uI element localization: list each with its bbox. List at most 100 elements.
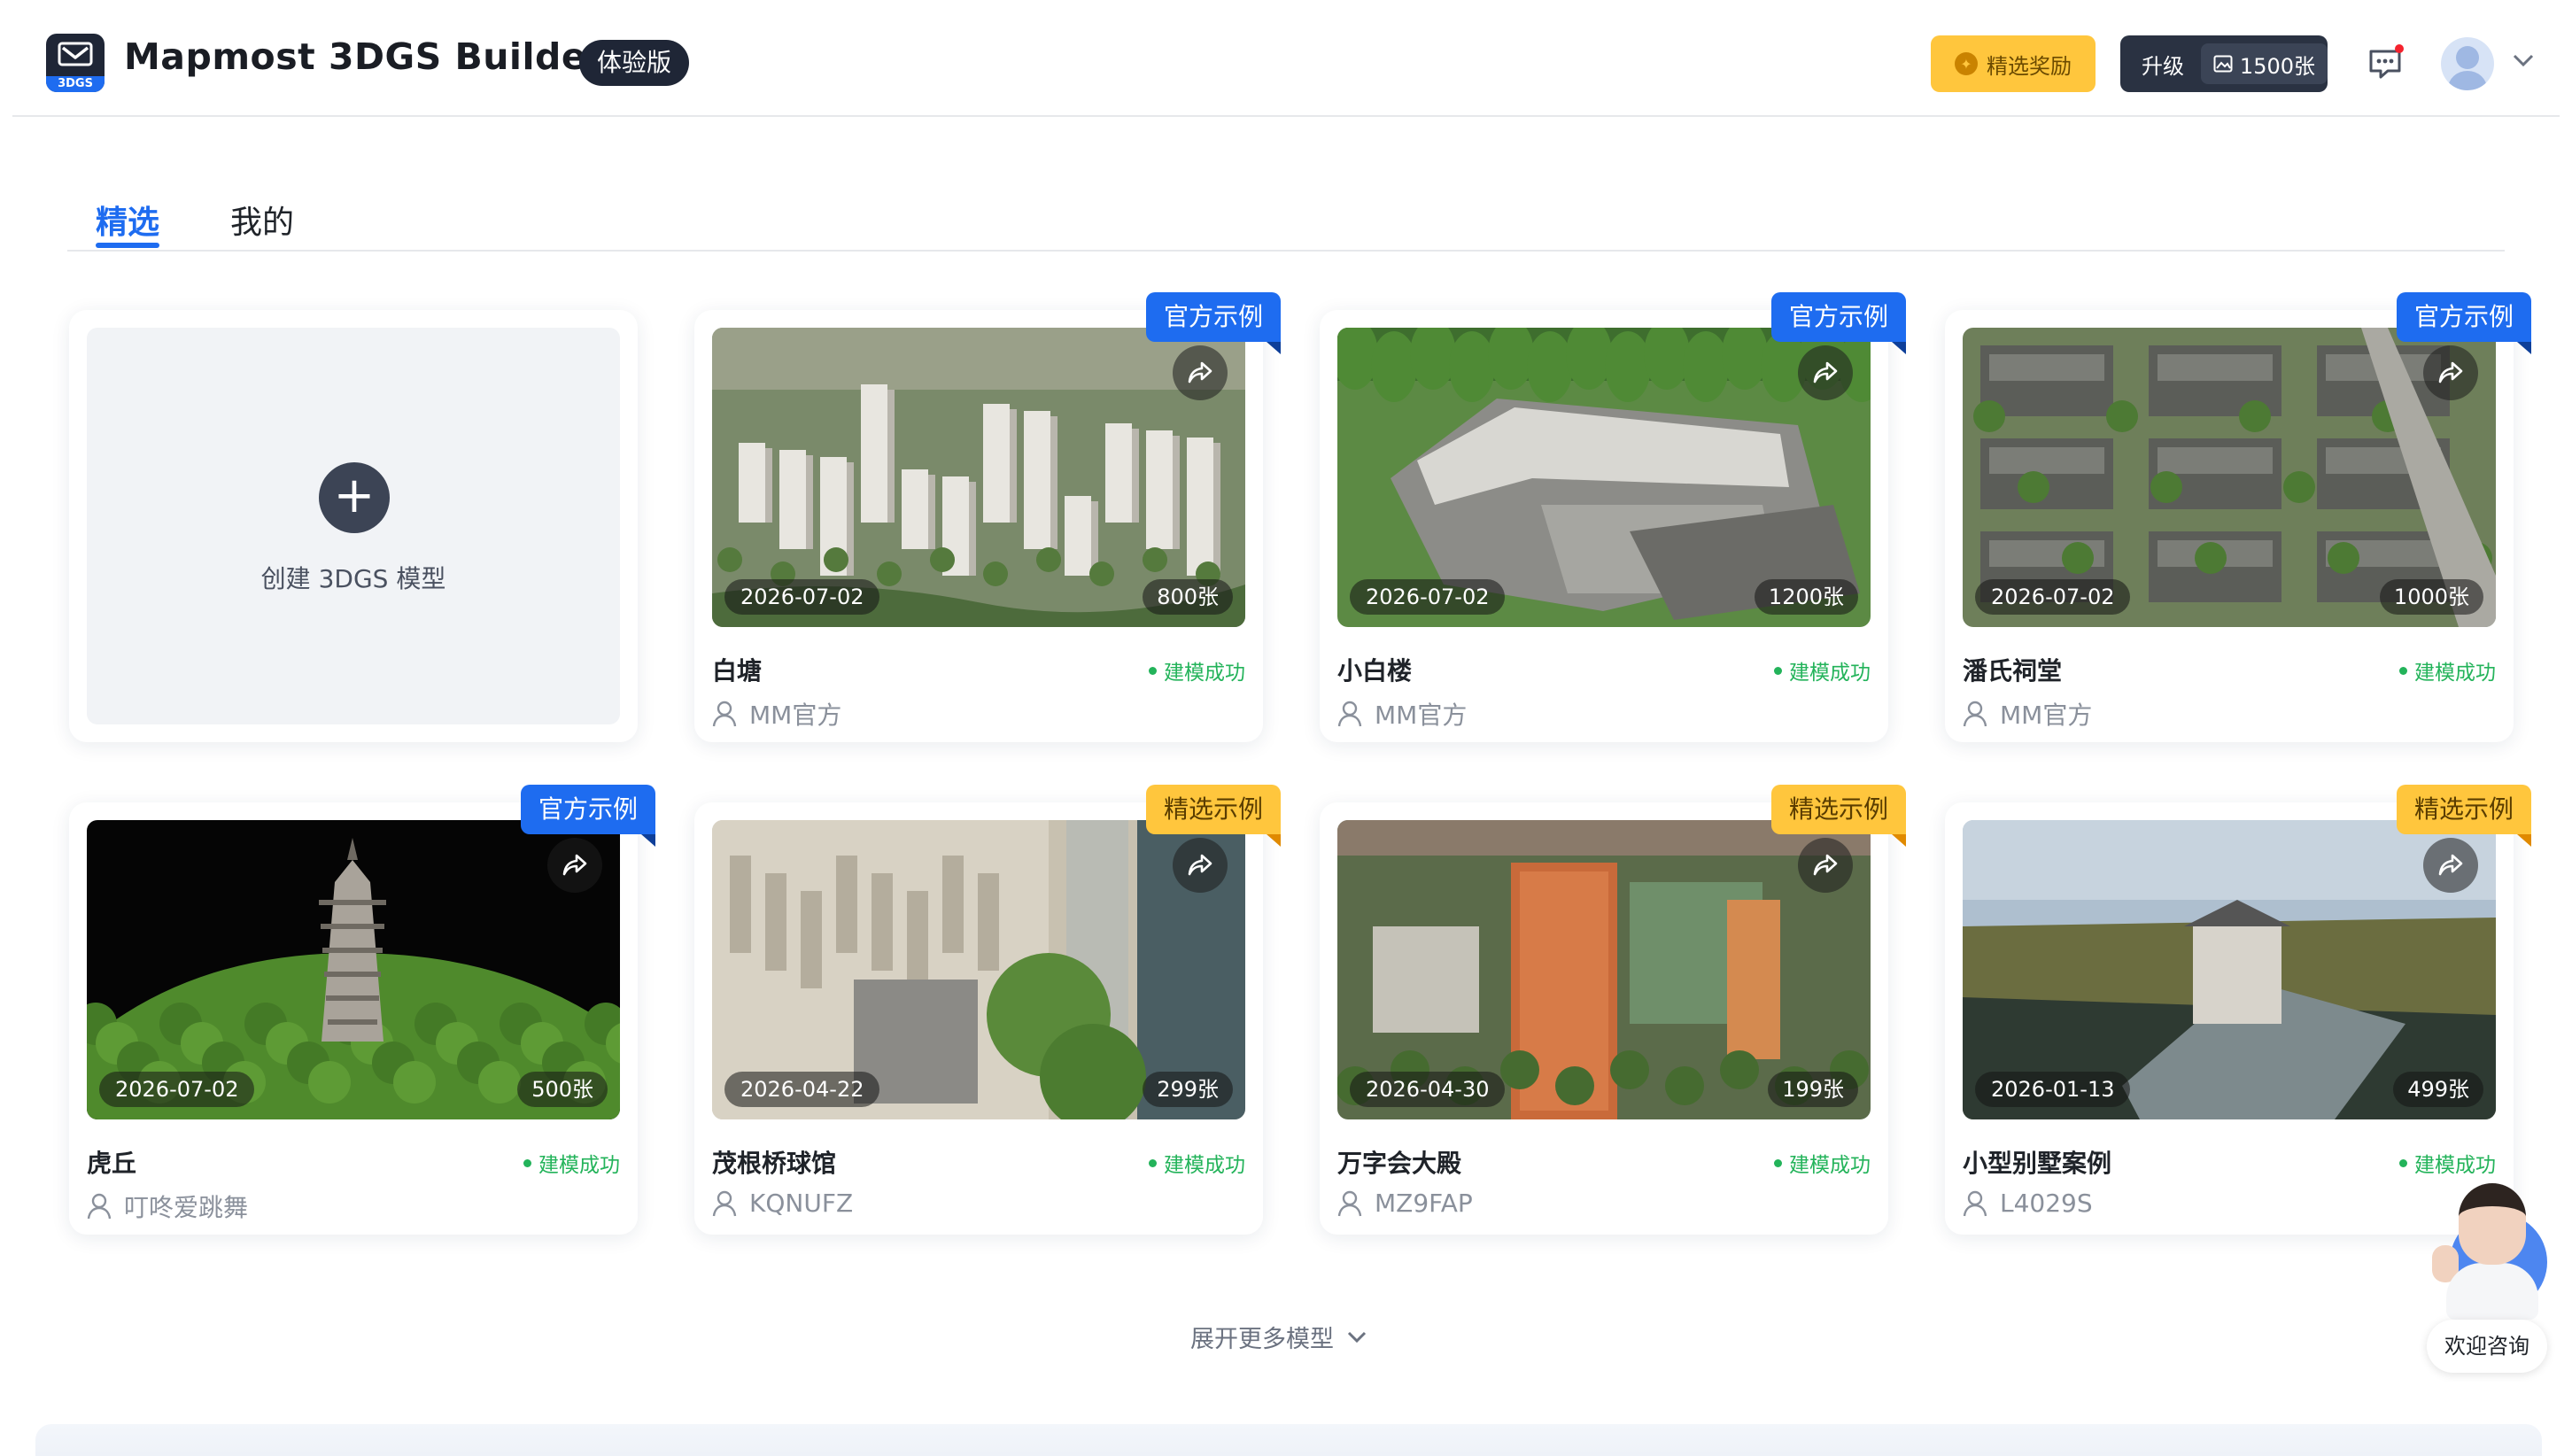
- status-dot: [1149, 666, 1157, 675]
- build-status: 建模成功: [1149, 655, 1245, 685]
- badge-icon: ✦: [1955, 52, 1978, 75]
- share-icon: [1813, 361, 1838, 383]
- upgrade-label: 升级: [2142, 53, 2184, 79]
- example-tag: 官方示例: [2396, 292, 2531, 342]
- model-title[interactable]: 潘氏祠堂: [1963, 652, 2062, 687]
- model-author: MM官方: [1963, 696, 2092, 732]
- logo-mark-icon: [58, 42, 93, 66]
- model-card[interactable]: 2026-07-02 800张 官方示例 白塘 建模成功 MM官方: [694, 292, 1281, 742]
- model-date: 2026-07-02: [1350, 579, 1506, 615]
- model-title[interactable]: 白塘: [712, 652, 762, 687]
- build-status: 建模成功: [523, 1148, 620, 1178]
- user-icon: [1337, 701, 1362, 727]
- model-title[interactable]: 茂根桥球馆: [712, 1144, 836, 1180]
- user-avatar[interactable]: [2441, 37, 2494, 90]
- model-card[interactable]: 2026-04-22 299张 精选示例 茂根桥球馆 建模成功 KQNUFZ: [694, 785, 1281, 1235]
- plus-icon[interactable]: +: [319, 462, 390, 533]
- model-card[interactable]: 2026-07-02 1000张 官方示例 潘氏祠堂 建模成功 MM官方: [1945, 292, 2531, 742]
- status-dot: [1774, 666, 1782, 675]
- author-name: MZ9FAP: [1375, 1189, 1473, 1218]
- photo-count: 299张: [1143, 1072, 1233, 1107]
- status-label: 建模成功: [1789, 662, 1871, 685]
- edition-badge: 体验版: [579, 40, 690, 86]
- build-status: 建模成功: [2399, 1148, 2496, 1178]
- model-title[interactable]: 万字会大殿: [1337, 1144, 1461, 1180]
- model-date: 2026-04-30: [1350, 1072, 1506, 1107]
- reward-button[interactable]: ✦ 精选奖励: [1931, 35, 2096, 92]
- build-status: 建模成功: [1774, 655, 1871, 685]
- assistant-avatar: [2459, 1183, 2526, 1265]
- model-thumbnail[interactable]: 2026-07-02 800张: [712, 328, 1245, 627]
- example-tag: 官方示例: [1770, 292, 1906, 342]
- share-button[interactable]: [2423, 345, 2478, 400]
- author-name: L4029S: [2000, 1189, 2093, 1218]
- user-icon: [1963, 701, 1987, 727]
- build-status: 建模成功: [1149, 1148, 1245, 1178]
- tab-mine[interactable]: 我的: [230, 197, 294, 243]
- status-label: 建模成功: [1164, 1154, 1245, 1177]
- share-icon: [1188, 361, 1212, 383]
- upgrade-button[interactable]: 升级 1500张: [2120, 35, 2328, 92]
- status-label: 建模成功: [2414, 662, 2496, 685]
- model-thumbnail[interactable]: 2026-07-02 1000张: [1963, 328, 2496, 627]
- model-card[interactable]: 2026-07-02 1200张 官方示例 小白楼 建模成功 MM官方: [1320, 292, 1906, 742]
- share-button[interactable]: [1173, 345, 1228, 400]
- tab-featured[interactable]: 精选: [96, 197, 159, 243]
- model-date: 2026-07-02: [1975, 579, 2131, 615]
- share-button[interactable]: [2423, 838, 2478, 893]
- status-label: 建模成功: [1789, 1154, 1871, 1177]
- model-date: 2026-07-02: [724, 579, 880, 615]
- share-button[interactable]: [1173, 838, 1228, 893]
- model-thumbnail[interactable]: 2026-07-02 1200张: [1337, 328, 1871, 627]
- model-date: 2026-04-22: [724, 1072, 880, 1107]
- author-name: MM官方: [2000, 701, 2093, 730]
- image-icon: [2213, 55, 2233, 73]
- model-author: KQNUFZ: [712, 1189, 853, 1218]
- user-icon: [87, 1193, 112, 1220]
- model-author: MM官方: [712, 696, 841, 732]
- model-card[interactable]: 2026-04-30 199张 精选示例 万字会大殿 建模成功 MZ9FAP: [1320, 785, 1906, 1235]
- status-label: 建模成功: [1164, 662, 1245, 685]
- share-button[interactable]: [1798, 838, 1853, 893]
- model-thumbnail[interactable]: 2026-07-02 500张: [87, 820, 620, 1119]
- share-button[interactable]: [547, 838, 602, 893]
- unread-dot: [2395, 44, 2404, 53]
- photo-count: 199张: [1768, 1072, 1858, 1107]
- model-card[interactable]: 2026-07-02 500张 官方示例 虎丘 建模成功 叮咚爱跳舞: [69, 785, 655, 1235]
- model-thumbnail[interactable]: 2026-04-22 299张: [712, 820, 1245, 1119]
- photo-count: 800张: [1143, 579, 1233, 615]
- model-author: 叮咚爱跳舞: [87, 1189, 248, 1224]
- assistant-widget[interactable]: 欢迎咨询: [2427, 1178, 2547, 1378]
- author-name: KQNUFZ: [749, 1189, 854, 1218]
- app-logo[interactable]: 3DGS: [46, 34, 105, 92]
- status-label: 建模成功: [2414, 1154, 2496, 1177]
- quota-badge: 1500张: [2200, 43, 2328, 84]
- model-title[interactable]: 虎丘: [87, 1144, 136, 1180]
- author-name: 叮咚爱跳舞: [124, 1193, 249, 1222]
- create-model-label: 创建 3DGS 模型: [260, 564, 446, 593]
- create-model-card[interactable]: + 创建 3DGS 模型: [69, 310, 638, 742]
- example-tag: 官方示例: [520, 785, 655, 834]
- user-icon: [712, 1190, 737, 1216]
- model-title[interactable]: 小型别墅案例: [1963, 1144, 2111, 1180]
- share-icon: [1188, 854, 1212, 876]
- chevron-down-icon: [1347, 1331, 1367, 1343]
- share-icon: [2438, 361, 2463, 383]
- share-button[interactable]: [1798, 345, 1853, 400]
- model-thumbnail[interactable]: 2026-01-13 499张: [1963, 820, 2496, 1119]
- model-date: 2026-07-02: [99, 1072, 255, 1107]
- chevron-down-icon[interactable]: [2512, 53, 2535, 67]
- model-card[interactable]: 2026-01-13 499张 精选示例 小型别墅案例 建模成功 L4029S: [1945, 785, 2531, 1235]
- photo-count: 1000张: [2379, 579, 2483, 615]
- status-label: 建模成功: [538, 1154, 620, 1177]
- author-name: MM官方: [1375, 701, 1468, 730]
- model-title[interactable]: 小白楼: [1337, 652, 1412, 687]
- example-tag: 精选示例: [2396, 785, 2531, 834]
- model-thumbnail[interactable]: 2026-04-30 199张: [1337, 820, 1871, 1119]
- share-icon: [562, 854, 587, 876]
- assistant-label: 欢迎咨询: [2427, 1320, 2547, 1373]
- share-icon: [2438, 854, 2463, 876]
- photo-count: 500张: [517, 1072, 608, 1107]
- expand-more-button[interactable]: 展开更多模型: [1190, 1320, 1367, 1354]
- example-tag: 精选示例: [1145, 785, 1281, 834]
